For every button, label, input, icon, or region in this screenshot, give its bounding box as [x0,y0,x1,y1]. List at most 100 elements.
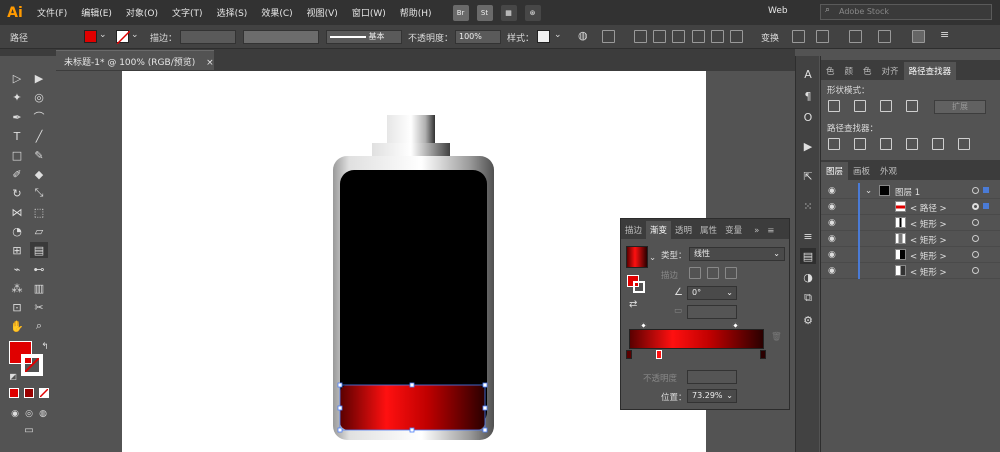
tab-artboards[interactable]: 画板 [848,162,875,180]
screen-mode-icon[interactable]: ▭ [20,422,38,438]
stock-button[interactable]: St [476,4,493,21]
selection-handle[interactable] [337,382,343,388]
layer-name[interactable]: < 矩形 > [910,250,947,262]
align-middle-icon[interactable] [711,30,724,43]
close-icon[interactable]: × [206,58,214,68]
expand-button[interactable]: 扩展 [934,100,986,114]
layer-row[interactable]: ◉ < 路径 > [821,199,1000,215]
menu-file[interactable]: 文件(F) [30,6,74,19]
selection-handle[interactable] [482,427,488,433]
layer-name[interactable]: < 路径 > [910,202,947,214]
exclude-icon[interactable] [906,100,918,112]
tab-transparency[interactable]: 透明 [671,221,696,239]
tab-align[interactable]: 对齐 [877,62,904,80]
stop-location-field[interactable]: 73.29% ⌄ [687,389,737,403]
battery-artwork[interactable] [320,110,510,452]
links-panel-icon[interactable]: ⧉ [800,290,816,306]
pen-tool-icon[interactable]: ✒ [8,109,26,125]
selection-handle[interactable] [337,427,343,433]
angle-field[interactable]: 0° ⌄ [687,286,737,300]
target-icon[interactable] [972,219,979,226]
brush-definition-field[interactable]: 基本 [326,30,402,44]
battery-charge-path[interactable] [340,385,485,430]
align-right-icon[interactable] [672,30,685,43]
stroke-across-icon[interactable] [725,267,737,279]
width-tool-icon[interactable]: ⋈ [8,204,26,220]
eyedropper-tool-icon[interactable]: ⌁ [8,261,26,277]
align-top-icon[interactable] [692,30,705,43]
intersect-icon[interactable] [880,100,892,112]
rotate-tool-icon[interactable]: ↻ [8,185,26,201]
gradient-stop[interactable] [656,350,662,359]
panel-menu-icon[interactable]: ≡ [763,223,778,239]
fill-swatch[interactable] [84,30,97,43]
minus-back-icon[interactable] [958,138,970,150]
direct-selection-tool-icon[interactable]: ▶ [30,70,48,86]
trim-icon[interactable] [854,138,866,150]
artboard-tool-icon[interactable]: ⊡ [8,299,26,315]
scale-tool-icon[interactable]: ⤡ [30,185,48,201]
document-tab[interactable]: 未标题-1* @ 100% (RGB/预览) × [56,50,214,70]
eye-icon[interactable]: ◉ [828,250,836,260]
perspective-grid-tool-icon[interactable]: ▱ [30,223,48,239]
eye-icon[interactable]: ◉ [828,266,836,276]
mesh-tool-icon[interactable]: ⊞ [8,242,26,258]
stroke-panel-icon[interactable]: ≡ [800,228,816,244]
target-icon[interactable] [972,267,979,274]
tab-gradient[interactable]: 渐变 [646,221,672,239]
eye-icon[interactable]: ◉ [828,186,836,196]
selection-handle[interactable] [337,405,343,411]
align-left-icon[interactable] [634,30,647,43]
reverse-gradient-icon[interactable]: ⇄ [629,299,637,310]
actions-panel-icon[interactable]: ▶ [800,138,816,154]
eye-icon[interactable]: ◉ [828,202,836,212]
slice-tool-icon[interactable]: ✂ [30,299,48,315]
tab-variables[interactable]: 变量 [721,221,746,239]
eye-icon[interactable]: ◉ [828,218,836,228]
graphic-style-swatch[interactable] [537,30,550,43]
target-icon[interactable] [972,235,979,242]
paragraph-panel-icon[interactable]: ¶ [800,88,816,104]
distribute-icon[interactable] [816,30,829,43]
magic-wand-tool-icon[interactable]: ✦ [8,89,26,105]
curvature-tool-icon[interactable]: ⌒ [30,109,48,125]
chevron-down-icon[interactable]: ⌄ [99,30,107,40]
divide-icon[interactable] [828,138,840,150]
free-transform-tool-icon[interactable]: ⬚ [30,204,48,220]
battery-cap[interactable] [387,115,435,143]
target-icon[interactable] [972,187,979,194]
merge-icon[interactable] [880,138,892,150]
rectangle-tool-icon[interactable]: □ [8,147,26,163]
eye-icon[interactable]: ◉ [828,234,836,244]
isolate-icon[interactable] [792,30,805,43]
panel-expand-icon[interactable]: » [750,223,763,239]
properties-panel-icon[interactable]: ⚙ [800,312,816,328]
chevron-down-icon[interactable]: ⌄ [554,30,562,40]
layer-name[interactable]: < 矩形 > [910,218,947,230]
layer-row[interactable]: ◉ ⌄ 图层 1 [821,183,1000,199]
transparency-panel-icon[interactable]: ◑ [800,269,816,285]
line-tool-icon[interactable]: ╱ [30,128,48,144]
align-center-icon[interactable] [653,30,666,43]
stroke-color-box[interactable] [21,354,43,376]
outline-icon[interactable] [932,138,944,150]
disclosure-chevron-icon[interactable]: ⌄ [865,186,872,196]
color-mode-icon[interactable] [9,388,19,398]
align-to-icon[interactable] [602,30,615,43]
shape-builder-icon[interactable] [878,30,891,43]
tab-appearance[interactable]: 外观 [875,162,902,180]
aspect-ratio-field[interactable] [687,305,737,319]
gradient-midpoint[interactable] [639,321,648,330]
none-mode-icon[interactable] [39,388,49,398]
lasso-tool-icon[interactable]: ◎ [30,89,48,105]
target-icon[interactable] [972,251,979,258]
gpu-icon[interactable]: ⊛ [524,4,541,21]
target-icon[interactable] [972,203,979,210]
layer-row[interactable]: ◉ < 矩形 > [821,263,1000,279]
gradient-stop[interactable] [760,350,766,359]
selection-handle[interactable] [482,405,488,411]
tab-attributes[interactable]: 属性 [696,221,721,239]
column-graph-tool-icon[interactable]: ▥ [30,280,48,296]
arrange-icon[interactable]: ▦ [500,4,517,21]
symbol-sprayer-tool-icon[interactable]: ⁂ [8,280,26,296]
